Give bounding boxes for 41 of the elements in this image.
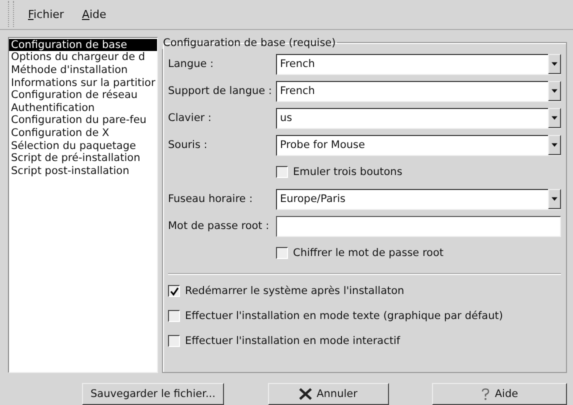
section-list-item[interactable]: Configuration de base: [9, 38, 157, 52]
cancel-button[interactable]: Annuler: [268, 383, 388, 405]
section-list-item[interactable]: Configuration de X: [9, 127, 157, 140]
dropdown[interactable]: us: [276, 108, 561, 129]
help-button[interactable]: Aide: [432, 383, 567, 405]
section-list-item[interactable]: Configuration du pare-feu: [9, 114, 157, 127]
checkbox-label: Effectuer l'installation en mode texte (graphique par défaut): [185, 310, 503, 322]
checkbox[interactable]: [276, 166, 288, 178]
checkbox-label: Chiffrer le mot de passe root: [293, 247, 444, 260]
field-label: Souris :: [168, 139, 208, 152]
dropdown[interactable]: French: [276, 54, 561, 75]
section-list-item[interactable]: Méthode d'installation: [9, 64, 157, 77]
field-label: Mot de passe root :: [168, 220, 270, 232]
dropdown[interactable]: French: [276, 80, 561, 102]
checkbox-label: Emuler trois boutons: [293, 166, 402, 178]
checkbox-label: Redémarrer le système après l'installaton: [185, 285, 404, 298]
save-button[interactable]: Sauvegarder le fichier...: [82, 383, 224, 405]
group-title: Configuaration de base (requise): [162, 36, 337, 49]
question-mark-icon: [480, 388, 490, 400]
menu-item[interactable]: Fichier: [24, 6, 68, 23]
checkbox[interactable]: [168, 310, 180, 322]
cross-icon: [298, 388, 312, 400]
section-list-item[interactable]: Sélection du paquetage: [9, 140, 157, 152]
checkbox[interactable]: [276, 247, 288, 260]
dropdown[interactable]: Probe for Mouse: [276, 134, 561, 156]
field-label: Langue :: [168, 58, 215, 70]
section-list-item[interactable]: Informations sur la partitior: [9, 76, 157, 90]
section-list-item[interactable]: Configuration de réseau: [9, 89, 157, 102]
checkbox-label: Effectuer l'installation en mode interactif: [185, 335, 400, 348]
checkbox[interactable]: [168, 335, 180, 348]
section-list-item[interactable]: Options du chargeur de d: [9, 51, 157, 64]
field-label: Clavier :: [168, 112, 212, 124]
password-field[interactable]: [276, 216, 561, 237]
field-label: Fuseau horaire :: [168, 193, 254, 206]
section-list-item[interactable]: Script post-installation: [9, 164, 157, 178]
dropdown[interactable]: Europe/Paris: [276, 188, 561, 210]
menu-item[interactable]: Aide: [78, 6, 110, 23]
checkbox[interactable]: [168, 285, 180, 298]
section-list-item[interactable]: Script de pré-installation: [9, 152, 157, 165]
section-list-item[interactable]: Authentification: [9, 102, 157, 114]
field-label: Support de langue :: [168, 85, 273, 98]
